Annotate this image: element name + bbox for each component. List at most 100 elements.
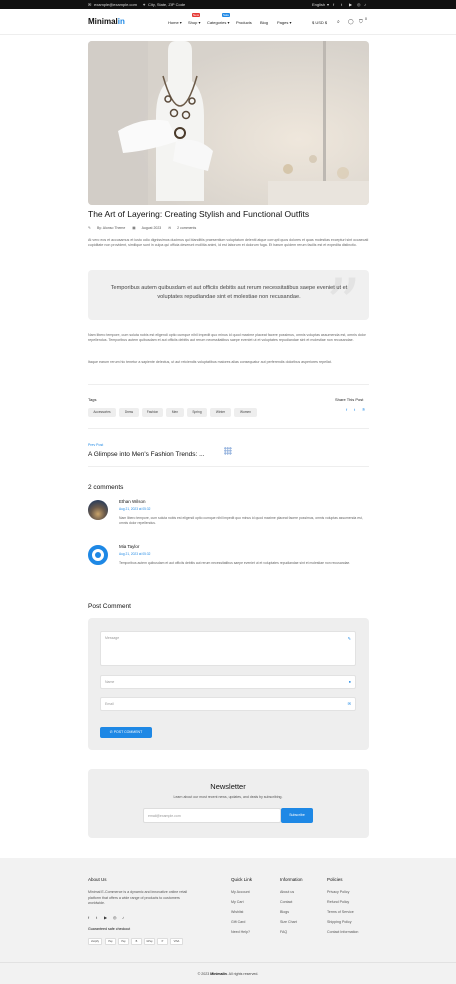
payment-shopify: shopify <box>88 938 102 945</box>
grid-icon[interactable] <box>224 447 232 455</box>
post-body-2: Itaque earum rerum hic tenetur a sapient… <box>88 360 332 364</box>
language-select[interactable]: English <box>312 2 325 7</box>
subscribe-button[interactable]: Subscribe <box>281 808 313 823</box>
youtube-icon[interactable]: ▶ <box>349 2 352 7</box>
newsletter-box <box>88 769 369 838</box>
instagram-icon[interactable]: ◎ <box>113 915 117 920</box>
share-twitter-icon[interactable]: t <box>354 407 355 412</box>
footer-link[interactable]: Shipping Policy <box>327 920 352 924</box>
tiktok-icon[interactable]: ♪ <box>122 915 124 920</box>
tag-women[interactable]: Women <box>234 408 257 417</box>
footer-link[interactable]: Contact <box>280 900 292 904</box>
share-facebook-icon[interactable]: f <box>346 407 347 412</box>
email-field[interactable]: Email ✉ <box>100 697 356 711</box>
tag-men[interactable]: Men <box>166 408 184 417</box>
divider <box>88 466 369 467</box>
nav-pages[interactable]: Pages ▾ <box>277 20 291 25</box>
payment-visa: VISA <box>170 938 183 945</box>
post-comments-count[interactable]: 2 comments <box>177 226 196 230</box>
nav-products[interactable]: Products <box>236 20 252 25</box>
footer-link[interactable]: Terms of Service <box>327 910 354 914</box>
twitter-icon[interactable]: t <box>341 2 342 7</box>
newsletter-subtext: Learn about our most recent news, update… <box>173 795 283 799</box>
post-title: The Art of Layering: Creating Stylish an… <box>88 209 310 219</box>
payment-applepay: Pay <box>105 938 116 945</box>
tiktok-icon[interactable]: ♪ <box>364 2 366 7</box>
prev-post-link[interactable]: A Glimpse into Men's Fashion Trends: ... <box>88 451 205 458</box>
cart-count: 0 <box>365 17 367 21</box>
post-intro: At vero eos et accusamus et iusto odio d… <box>88 238 369 248</box>
tag-spring[interactable]: Spring <box>187 408 207 417</box>
new-badge: New <box>192 13 201 17</box>
post-author[interactable]: By: Alonso Theme <box>97 226 125 230</box>
footer-link[interactable]: Gift Card <box>231 920 245 924</box>
footer-link[interactable]: Wishlist <box>231 910 243 914</box>
logo[interactable]: Minimalin <box>88 17 125 26</box>
comment-text: Temporibus autem quibusdam et aut offici… <box>119 561 351 565</box>
prev-post-label: Prev Post <box>88 443 104 447</box>
nav-home[interactable]: Home ▾ <box>168 20 182 25</box>
post-hero-image <box>88 41 369 205</box>
footer-link[interactable]: Privacy Policy <box>327 890 349 894</box>
message-field[interactable]: Message ✎ <box>100 631 356 666</box>
footer-link[interactable]: Need Help? <box>231 930 250 934</box>
location-icon: ⌖ <box>143 2 146 7</box>
jewelry-display-illustration <box>88 41 369 205</box>
nav-categories[interactable]: Categories ▾ <box>207 20 229 25</box>
youtube-icon[interactable]: ▶ <box>104 915 107 920</box>
user-icon: ● <box>348 679 351 684</box>
payment-gpay: GPay <box>144 938 155 945</box>
divider <box>88 428 369 429</box>
post-meta: ✎ By: Alonso Theme ▦ August 2023 ✉ 2 commen… <box>88 226 202 230</box>
post-comment-heading: Post Comment <box>88 603 131 610</box>
share-label: Share This Post <box>335 397 364 402</box>
name-field[interactable]: Name ● <box>100 675 356 689</box>
footer-link[interactable]: Blogs <box>280 910 289 914</box>
tag-winter[interactable]: Winter <box>210 408 231 417</box>
footer-link[interactable]: Refund Policy <box>327 900 349 904</box>
comment-author: Mia Taylor <box>119 544 140 549</box>
nav-blog[interactable]: Blog <box>260 20 268 25</box>
name-placeholder: Name <box>105 680 115 684</box>
message-placeholder: Message <box>105 636 120 640</box>
comment-icon: ✉ <box>168 226 172 230</box>
facebook-icon[interactable]: f <box>88 915 89 920</box>
top-bar: ✉ example@example.com ⌖ City, State, ZIP… <box>0 0 456 9</box>
cart-icon[interactable]: ⛉ <box>359 19 363 25</box>
comment-date: Aug 21, 2023 at 05:32 <box>119 552 151 556</box>
share-pinterest-icon[interactable]: ℗ <box>362 407 365 412</box>
footer-link[interactable]: About us <box>280 890 294 894</box>
chevron-down-icon: ▾ <box>327 2 330 7</box>
comment-date: Aug 21, 2023 at 05:32 <box>119 507 151 511</box>
footer-link[interactable]: My Account <box>231 890 250 894</box>
footer-about-heading: About Us <box>88 877 107 882</box>
payment-bitcoin: B <box>131 938 142 945</box>
twitter-icon[interactable]: t <box>96 915 97 920</box>
newsletter-email-input[interactable]: email@example.com <box>143 808 281 823</box>
tag-dress[interactable]: Dress <box>119 408 139 417</box>
tag-fashion[interactable]: Fashion <box>142 408 163 417</box>
email-icon: ✉ <box>88 2 92 7</box>
pencil-icon: ✎ <box>347 636 351 641</box>
post-body-1: Nam libero tempore, cum soluta nobis est… <box>88 333 366 343</box>
nav-shop[interactable]: Shop ▾ <box>188 20 200 25</box>
comment-text: Nam libero tempore, cum soluta nobis est… <box>119 516 363 525</box>
tags-label: Tags <box>88 397 97 402</box>
user-icon[interactable]: ◯ <box>348 19 354 25</box>
footer-link[interactable]: Size Chart <box>280 920 297 924</box>
post-comment-button[interactable]: ✆ POST COMMENT <box>100 727 152 738</box>
footer-quick-heading: Quick Link <box>231 877 253 882</box>
avatar <box>88 545 108 565</box>
currency-select[interactable]: $ USD $ <box>312 20 327 25</box>
footer-link[interactable]: Contact Information <box>327 930 358 934</box>
footer-link[interactable]: My Cart <box>231 900 244 904</box>
footer-about-text: Minimal E-Commerce is a dynamic and inno… <box>88 890 188 905</box>
footer-policies-heading: Policies <box>327 877 343 882</box>
newsletter-placeholder: email@example.com <box>148 814 181 818</box>
tag-accessories[interactable]: Accessories <box>88 408 116 417</box>
footer-link[interactable]: FAQ <box>280 930 287 934</box>
facebook-icon[interactable]: f <box>333 2 334 7</box>
search-icon[interactable]: ⌕ <box>337 19 340 25</box>
topbar-email[interactable]: example@example.com <box>94 2 137 7</box>
instagram-icon[interactable]: ◎ <box>357 2 361 7</box>
